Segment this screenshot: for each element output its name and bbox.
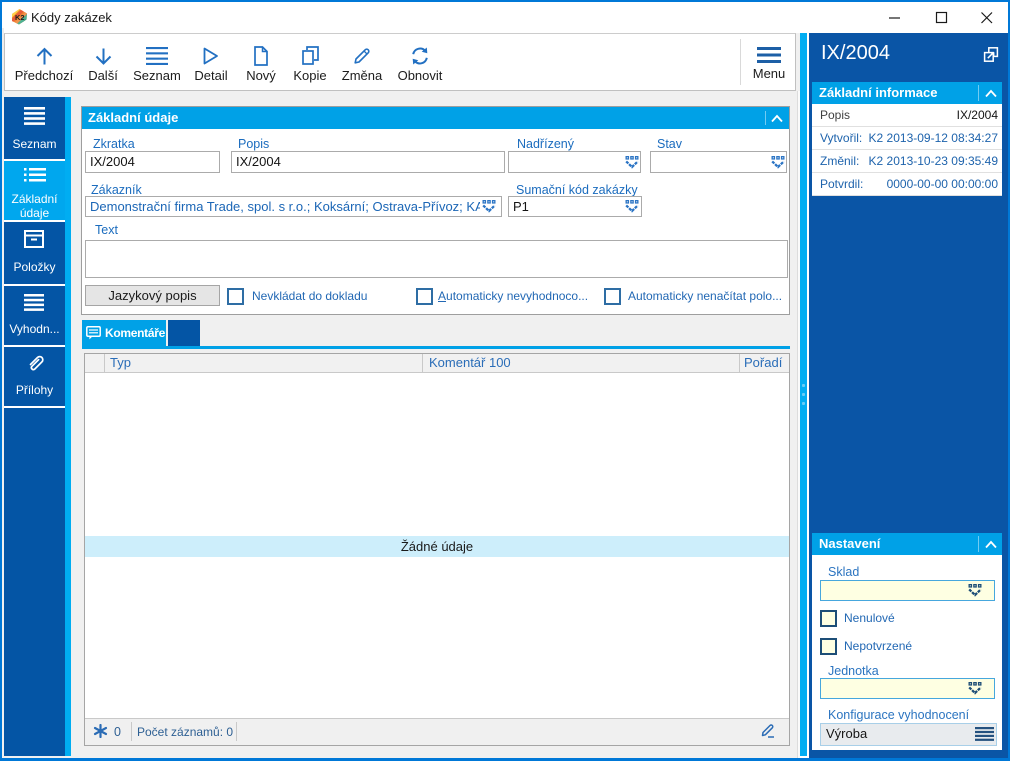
svg-text:K2: K2	[15, 13, 25, 22]
